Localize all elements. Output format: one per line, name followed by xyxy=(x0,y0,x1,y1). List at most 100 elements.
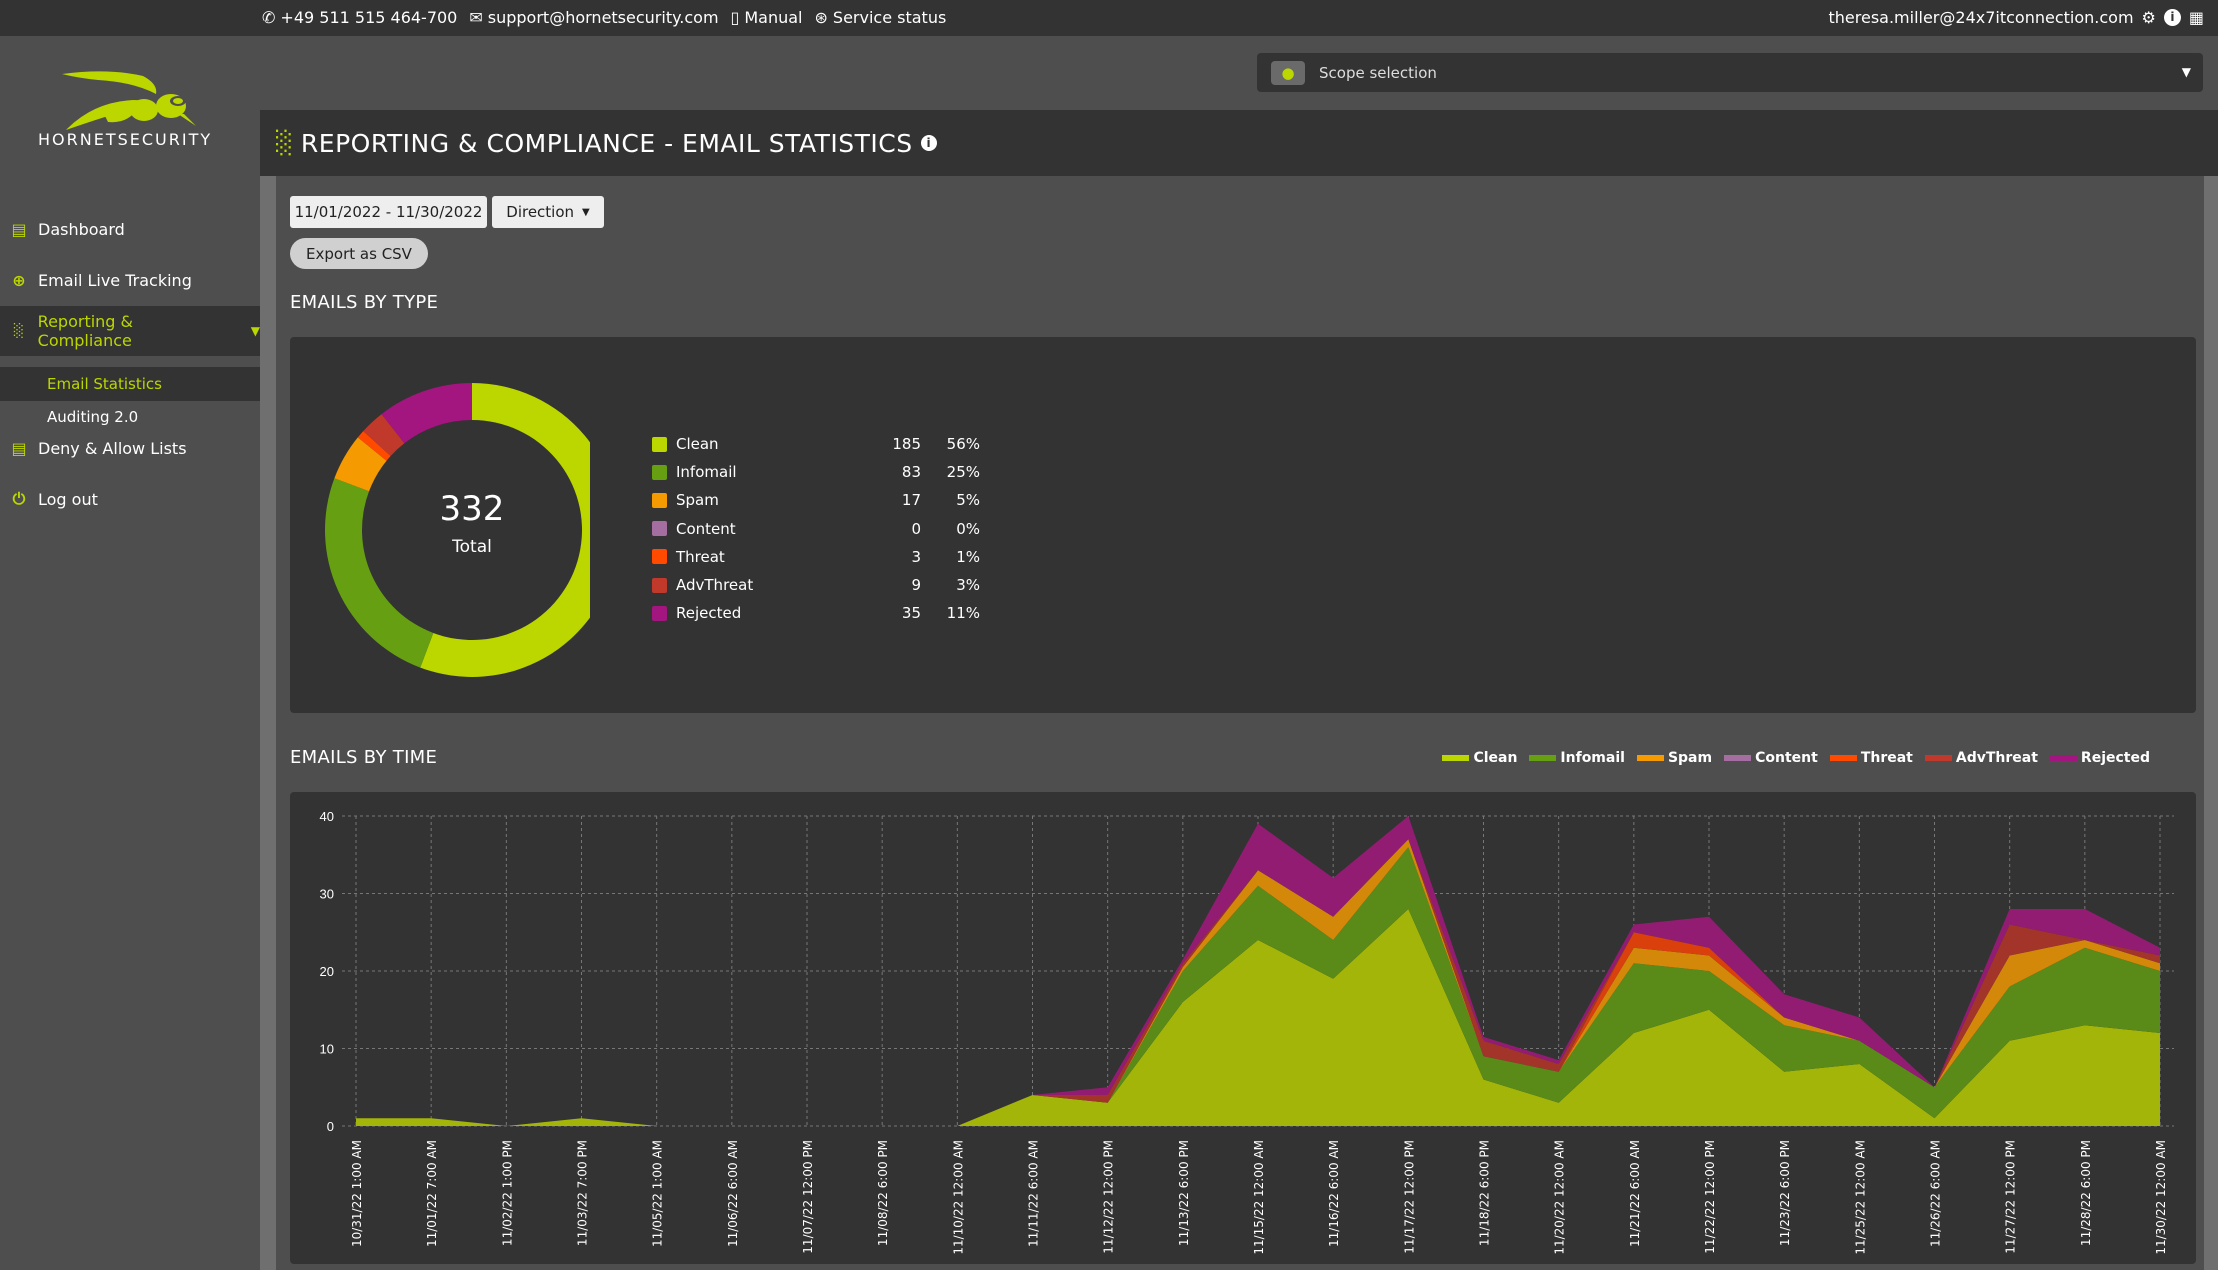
x-tick-label: 11/06/22 6:00 AM xyxy=(726,1140,740,1247)
sidebar-item-label: Dashboard xyxy=(38,219,125,239)
time-legend-item-clean[interactable]: Clean xyxy=(1442,750,1517,766)
date-range-picker[interactable]: 11/01/2022 - 11/30/2022 xyxy=(290,196,487,228)
emails-by-type-panel: 332 Total Clean 185 56% Infomail 83 25% Spam 17… xyxy=(290,337,2196,713)
legend-label: Rejected xyxy=(2080,750,2150,766)
legend-row-content[interactable]: Content 0 0% xyxy=(652,518,992,540)
support-email-link[interactable]: ✉ support@hornetsecurity.com xyxy=(469,8,718,27)
time-legend-item-rejected[interactable]: Rejected xyxy=(2049,750,2150,766)
sidebar-item-label: Reporting & Compliance xyxy=(37,312,134,350)
scope-selection-label: Scope selection xyxy=(1319,63,1437,82)
manual-link[interactable]: ▯ Manual xyxy=(731,8,803,27)
legend-swatch xyxy=(2049,755,2077,761)
time-legend-item-spam[interactable]: Spam xyxy=(1636,750,1713,766)
sidebar-item-email-live-tracking[interactable]: ⊕ Email Live Tracking xyxy=(0,255,260,305)
legend-swatch xyxy=(652,549,667,565)
legend-swatch xyxy=(1724,755,1752,761)
sidebar-item-label: Deny & Allow Lists xyxy=(38,438,187,458)
area-series-clean[interactable] xyxy=(356,909,2160,1126)
legend-percent: 0% xyxy=(956,519,980,538)
x-tick-label: 11/20/22 12:00 AM xyxy=(1553,1140,1567,1255)
apps-grid-icon[interactable]: ▦ xyxy=(2189,8,2204,27)
legend-row-advthreat[interactable]: AdvThreat 9 3% xyxy=(652,574,992,596)
export-csv-button[interactable]: Export as CSV xyxy=(290,238,428,269)
user-email[interactable]: theresa.miller@24x7itconnection.com xyxy=(1828,8,2133,27)
x-tick-label: 11/16/22 6:00 AM xyxy=(1327,1140,1341,1247)
legend-label: AdvThreat xyxy=(676,576,754,594)
legend-label: Spam xyxy=(1667,750,1713,766)
legend-percent: 25% xyxy=(946,463,980,482)
legend-percent: 56% xyxy=(946,435,980,453)
sidebar-item-log-out[interactable]: ⏻ Log out xyxy=(0,474,260,524)
manual-label: Manual xyxy=(744,8,803,27)
phone-number: +49 511 515 464-700 xyxy=(280,8,458,27)
x-tick-label: 11/12/22 12:00 PM xyxy=(1102,1140,1116,1254)
direction-dropdown[interactable]: Direction ▼ xyxy=(492,196,604,228)
legend-swatch xyxy=(652,492,667,508)
donut-total-label: Total xyxy=(452,537,492,557)
legend-label: Infomail xyxy=(1560,750,1625,766)
time-legend-item-threat[interactable]: Threat xyxy=(1829,750,1913,766)
page-header: ░ REPORTING & COMPLIANCE - EMAIL STATIST… xyxy=(260,110,2218,176)
legend-swatch xyxy=(1529,755,1557,761)
legend-percent: 3% xyxy=(956,576,980,594)
sidebar-subitem-email-statistics[interactable]: Email Statistics xyxy=(0,367,260,401)
book-icon: ▯ xyxy=(730,7,740,27)
direction-label: Direction xyxy=(506,203,575,221)
legend-row-clean[interactable]: Clean 185 56% xyxy=(652,433,992,455)
power-icon: ⏻ xyxy=(12,489,26,508)
legend-swatch xyxy=(652,464,667,480)
legend-row-spam[interactable]: Spam 17 5% xyxy=(652,489,992,511)
x-tick-label: 11/08/22 6:00 PM xyxy=(876,1140,890,1246)
service-status-link[interactable]: ⊛ Service status xyxy=(815,8,947,27)
service-status-label: Service status xyxy=(832,8,947,27)
x-tick-label: 11/25/22 12:00 AM xyxy=(1853,1140,1867,1255)
x-tick-label: 11/22/22 12:00 PM xyxy=(1703,1140,1717,1254)
sidebar-item-reporting-compliance[interactable]: ░ Reporting & Compliance ▼ xyxy=(0,306,260,356)
sidebar-item-deny-allow-lists[interactable]: ▤ Deny & Allow Lists xyxy=(0,423,260,473)
top-bar: ✆ +49 511 515 464-700 ✉ support@hornetsecu… xyxy=(0,0,2218,36)
x-tick-label: 11/28/22 6:00 PM xyxy=(2079,1140,2093,1246)
donut-slice-clean[interactable] xyxy=(420,383,590,677)
x-tick-label: 11/15/22 12:00 AM xyxy=(1252,1140,1266,1255)
emails-by-type-title: EMAILS BY TYPE xyxy=(290,292,439,313)
main-content: 11/01/2022 - 11/30/2022 Direction ▼ Expo… xyxy=(276,182,2200,1270)
legend-swatch xyxy=(1829,755,1857,761)
info-icon[interactable]: i xyxy=(2163,9,2181,26)
time-legend-item-infomail[interactable]: Infomail xyxy=(1529,750,1625,766)
y-tick-label: 20 xyxy=(320,964,334,979)
legend-label: AdvThreat xyxy=(1955,750,2038,766)
legend-count: 0 xyxy=(911,519,921,538)
legend-label: Spam xyxy=(676,491,719,510)
settings-gears-icon[interactable]: ⚙ xyxy=(2142,8,2156,27)
sidebar-item-label: Email Live Tracking xyxy=(38,270,192,290)
x-tick-label: 11/21/22 6:00 AM xyxy=(1628,1140,1642,1247)
time-legend-item-content[interactable]: Content xyxy=(1724,750,1818,766)
legend-row-rejected[interactable]: Rejected 35 11% xyxy=(652,602,992,624)
list-icon: ▤ xyxy=(11,219,27,239)
legend-row-threat[interactable]: Threat 3 1% xyxy=(652,546,992,568)
emails-by-time-title: EMAILS BY TIME xyxy=(290,747,438,768)
x-tick-label: 11/17/22 12:00 PM xyxy=(1402,1140,1416,1254)
brand-name: HORNETSECURITY xyxy=(38,130,213,149)
legend-swatch xyxy=(1924,755,1952,761)
x-tick-label: 10/31/22 1:00 AM xyxy=(350,1140,364,1247)
legend-swatch xyxy=(652,577,667,593)
y-tick-label: 10 xyxy=(320,1042,334,1057)
caret-down-icon: ▼ xyxy=(582,206,590,218)
x-tick-label: 11/18/22 6:00 PM xyxy=(1478,1140,1492,1246)
legend-swatch xyxy=(1636,755,1664,761)
info-icon[interactable]: i xyxy=(920,135,937,151)
phone-link[interactable]: ✆ +49 511 515 464-700 xyxy=(262,8,457,27)
legend-label: Clean xyxy=(676,435,719,453)
page-scrollbar[interactable] xyxy=(2204,176,2218,1270)
scope-selection-dropdown[interactable]: ● Scope selection ▼ xyxy=(1257,53,2203,92)
sidebar-item-dashboard[interactable]: ▤ Dashboard xyxy=(0,204,260,254)
list-icon: ▤ xyxy=(11,438,27,458)
time-legend-item-advthreat[interactable]: AdvThreat xyxy=(1924,750,2038,766)
bar-chart-icon: ░ xyxy=(13,323,24,339)
content-frame xyxy=(260,176,276,1270)
y-tick-label: 0 xyxy=(327,1119,334,1134)
caret-down-icon: ▼ xyxy=(2181,65,2191,79)
legend-row-infomail[interactable]: Infomail 83 25% xyxy=(652,461,992,483)
legend-percent: 5% xyxy=(956,491,980,510)
